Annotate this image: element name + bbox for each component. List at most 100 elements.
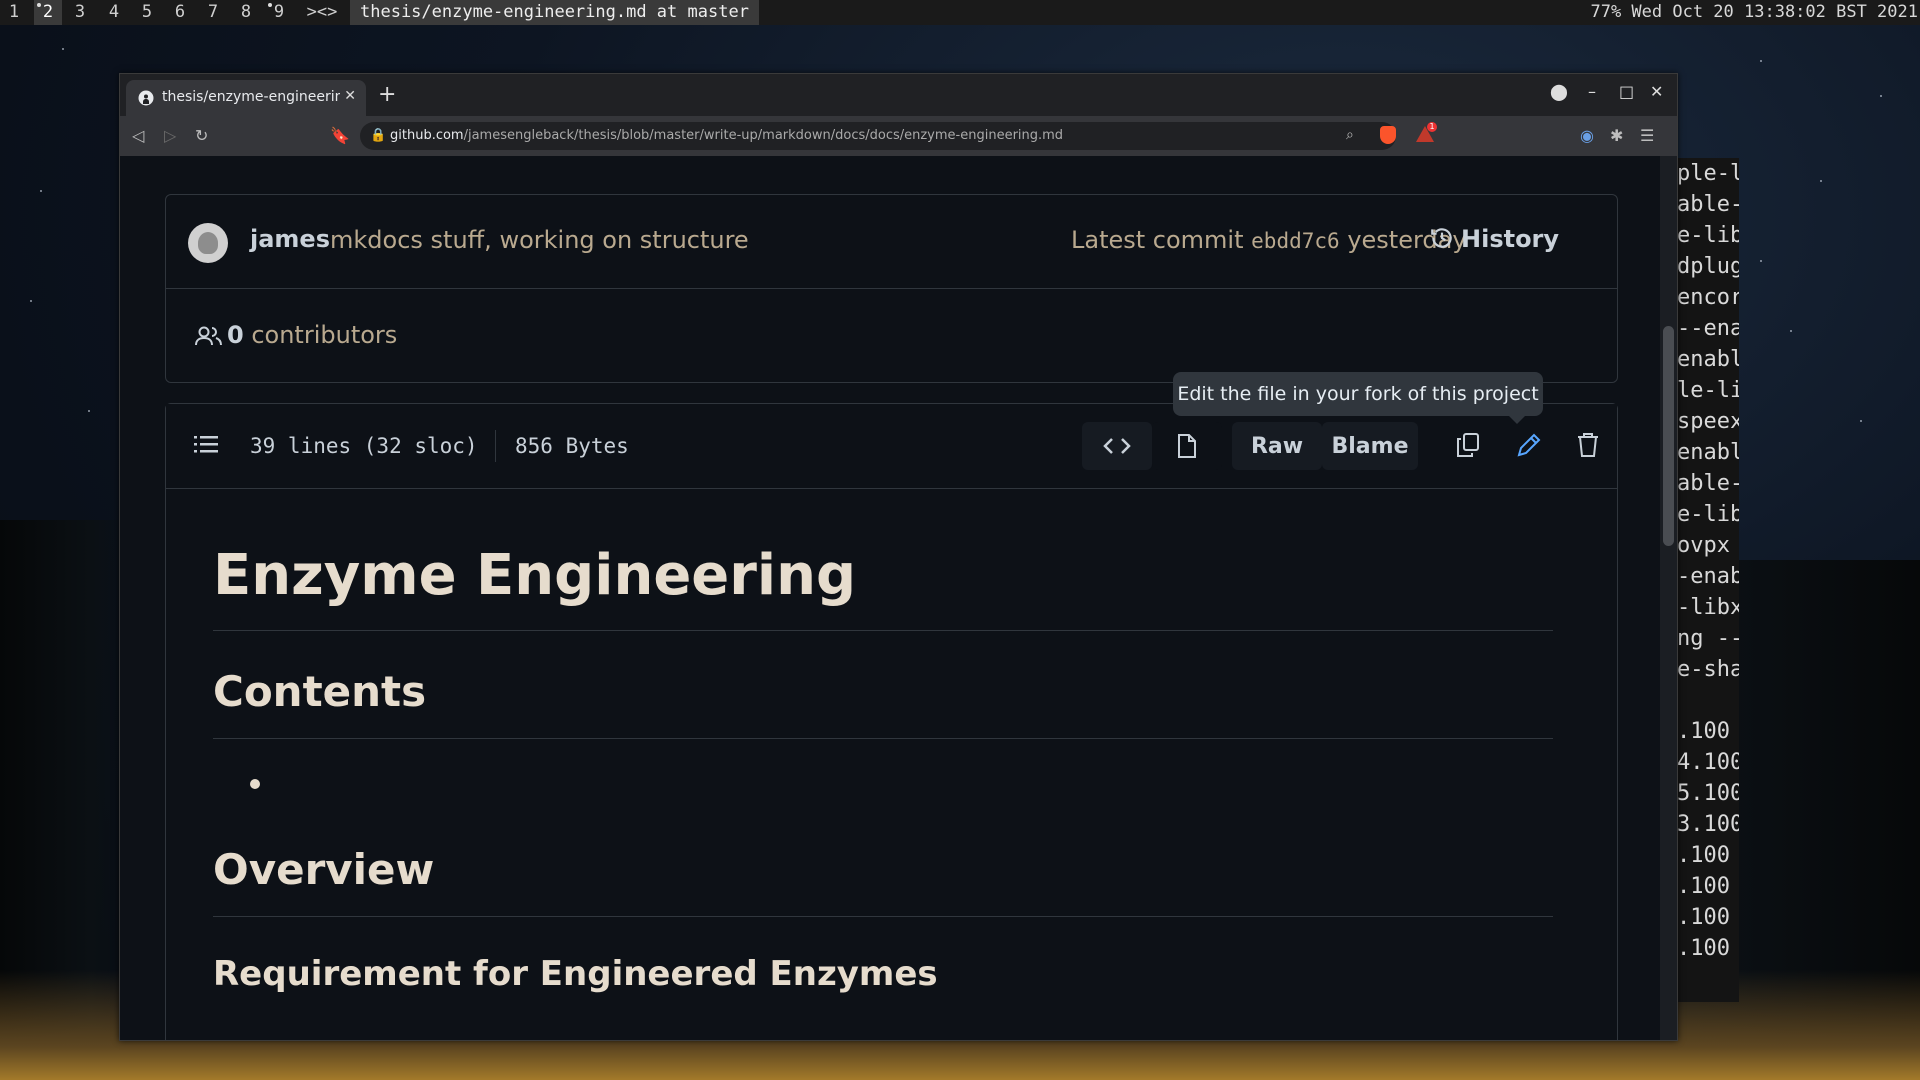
- close-window-button[interactable]: ✕: [1650, 82, 1663, 101]
- contributors[interactable]: 0 contributors: [195, 321, 397, 349]
- people-icon: [195, 326, 222, 346]
- file-box: 39 lines (32 sloc) 856 Bytes Raw Blame E…: [165, 403, 1618, 1040]
- reload-icon[interactable]: ↻: [195, 126, 208, 145]
- workspace-5[interactable]: 5: [133, 0, 161, 25]
- url-domain: github.com: [390, 128, 464, 143]
- list-item: [250, 779, 260, 789]
- latest-commit: Latest commit ebdd7c6 yesterday: [1071, 226, 1467, 254]
- workspace-9[interactable]: 9: [265, 0, 293, 25]
- back-icon[interactable]: ◁: [132, 126, 144, 145]
- workspace-4[interactable]: 4: [100, 0, 128, 25]
- focused-window-title: thesis/enzyme-engineering.md at master: [350, 0, 759, 25]
- outline-list-icon[interactable]: [194, 434, 218, 456]
- lock-icon: 🔒: [370, 128, 387, 143]
- copy-icon[interactable]: [1456, 432, 1480, 458]
- rendered-view-button[interactable]: [1152, 422, 1222, 470]
- maximize-button[interactable]: □: [1619, 82, 1634, 101]
- navigation-bar: ◁ ▷ ↻ 🔖 🔒 github.com/jamesengleback/thes…: [120, 116, 1677, 156]
- terminal-line: 4.100: [1677, 750, 1739, 775]
- raw-button[interactable]: Raw: [1232, 422, 1322, 470]
- file-view-actions: Raw Blame: [1082, 422, 1432, 470]
- minimize-button[interactable]: –: [1588, 82, 1596, 101]
- close-tab-icon[interactable]: ✕: [344, 88, 356, 104]
- terminal-line: .100: [1677, 905, 1730, 930]
- heading-contents: Contents: [213, 667, 427, 716]
- blame-button[interactable]: Blame: [1322, 422, 1418, 470]
- page-scrollbar[interactable]: [1660, 156, 1677, 1040]
- workspace-8[interactable]: 8: [232, 0, 260, 25]
- trash-icon[interactable]: [1577, 432, 1599, 458]
- browser-window: thesis/enzyme-engineering.md ✕ + ⬤ – □ ✕…: [119, 73, 1678, 1041]
- terminal-line: encor: [1677, 285, 1739, 310]
- terminal-line: e-sha: [1677, 657, 1739, 682]
- terminal-line: le-li: [1677, 378, 1739, 403]
- terminal-line: dplug: [1677, 254, 1739, 279]
- status-bar: 1 2 3 4 5 6 7 8 9 ><> thesis/enzyme-engi…: [0, 0, 1920, 25]
- new-tab-button[interactable]: +: [378, 82, 396, 107]
- terminal-line: .100: [1677, 719, 1730, 744]
- file-lines: 39 lines (32 sloc): [250, 434, 478, 458]
- bookmark-icon[interactable]: 🔖: [330, 126, 350, 145]
- workspace-1[interactable]: 1: [0, 0, 28, 25]
- heading-requirement: Requirement for Engineered Enzymes: [213, 954, 938, 994]
- edit-tooltip: Edit the file in your fork of this proje…: [1173, 372, 1543, 424]
- terminal-line: enabl: [1677, 347, 1739, 372]
- latest-commit-label: Latest commit: [1071, 226, 1244, 254]
- code-view-button[interactable]: [1082, 422, 1152, 470]
- terminal-line: .100: [1677, 936, 1730, 961]
- extension-icon[interactable]: ◉: [1580, 126, 1594, 145]
- terminal-line: -enab: [1677, 564, 1739, 589]
- extensions-puzzle-icon[interactable]: ✱: [1610, 126, 1623, 145]
- page-title: Enzyme Engineering: [213, 543, 857, 608]
- workspace-7[interactable]: 7: [199, 0, 227, 25]
- commit-message[interactable]: mkdocs stuff, working on structure: [330, 226, 749, 254]
- terminal-line: speex: [1677, 409, 1739, 434]
- terminal-line: e-lib: [1677, 223, 1739, 248]
- terminal-line: ng --: [1677, 626, 1739, 651]
- terminal-line: ple-l: [1677, 161, 1739, 186]
- terminal-line: e-lib: [1677, 502, 1739, 527]
- forward-icon[interactable]: ▷: [164, 126, 176, 145]
- workspace-2[interactable]: 2: [34, 0, 62, 25]
- profile-menu-icon[interactable]: ⬤: [1550, 82, 1568, 101]
- menu-icon[interactable]: ☰: [1640, 126, 1654, 145]
- terminal-line: able-: [1677, 192, 1739, 217]
- terminal-line: 5.100: [1677, 781, 1739, 806]
- edit-pencil-icon[interactable]: [1516, 432, 1542, 458]
- file-size: 856 Bytes: [515, 434, 629, 458]
- commit-box: james mkdocs stuff, working on structure…: [165, 194, 1618, 383]
- history-button[interactable]: History: [1429, 225, 1559, 253]
- terminal-line: -libx: [1677, 595, 1739, 620]
- rewards-badge: 1: [1427, 122, 1437, 132]
- browser-tab[interactable]: thesis/enzyme-engineering.md ✕: [126, 80, 366, 116]
- workspace-6[interactable]: 6: [166, 0, 194, 25]
- brave-shields-icon[interactable]: [1380, 126, 1396, 144]
- page-content: james mkdocs stuff, working on structure…: [120, 156, 1660, 1040]
- terminal-line: --ena: [1677, 316, 1739, 341]
- terminal-line: .100: [1677, 843, 1730, 868]
- github-icon: [138, 90, 154, 106]
- workspace-layout[interactable]: ><>: [300, 0, 344, 25]
- system-status: 77% Wed Oct 20 13:38:02 BST 2021: [1590, 2, 1918, 22]
- url-path: /jamesengleback/thesis/blob/master/write…: [463, 128, 1064, 143]
- terminal-line: 3.100: [1677, 812, 1739, 837]
- terminal-window[interactable]: ple-l able-e-lib dplug encor --ena enabl le-li…: [1676, 158, 1739, 1002]
- commit-author[interactable]: james: [250, 225, 330, 253]
- terminal-line: able-: [1677, 471, 1739, 496]
- code-icon: [1103, 438, 1131, 454]
- heading-overview: Overview: [213, 845, 435, 894]
- file-header: 39 lines (32 sloc) 856 Bytes Raw Blame: [166, 404, 1617, 489]
- zoom-icon[interactable]: ⌕: [1346, 127, 1354, 143]
- tab-strip: thesis/enzyme-engineering.md ✕ + ⬤ – □ ✕: [120, 74, 1677, 116]
- address-bar[interactable]: 🔒 github.com/jamesengleback/thesis/blob/…: [360, 122, 1396, 150]
- commit-sha[interactable]: ebdd7c6: [1251, 229, 1340, 253]
- terminal-line: enabl: [1677, 440, 1739, 465]
- avatar[interactable]: [188, 223, 228, 263]
- terminal-line: .100: [1677, 874, 1730, 899]
- file-icon: [1178, 434, 1196, 458]
- workspace-3[interactable]: 3: [66, 0, 94, 25]
- terminal-line: ovpx: [1677, 533, 1730, 558]
- tab-title: thesis/enzyme-engineering.md: [162, 89, 340, 105]
- history-icon: [1431, 228, 1452, 248]
